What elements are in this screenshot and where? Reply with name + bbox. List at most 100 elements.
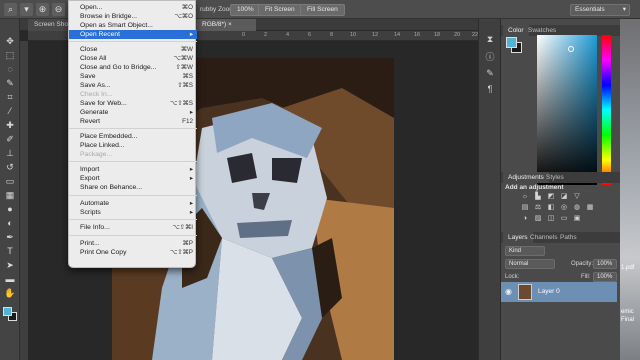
menu-item-save-as[interactable]: Save As... ⇧⌘S — [69, 81, 197, 90]
color-panel-foreground-swatch[interactable] — [506, 37, 517, 48]
menu-item-close[interactable]: Close ⌘W — [69, 45, 197, 54]
menu-item-share-on-behance[interactable]: Share on Behance... — [69, 183, 197, 192]
add-adjustment-title: Add an adjustment — [505, 184, 564, 191]
blend-mode-select[interactable]: Normal — [505, 259, 555, 269]
tab-styles[interactable]: Styles — [541, 172, 569, 183]
zoom-in-icon[interactable]: ⊕ — [36, 3, 49, 16]
eraser-tool-icon[interactable]: ▭ — [3, 175, 17, 187]
ruler-tick: 20 — [454, 32, 461, 38]
visibility-eye-icon[interactable]: ◉ — [505, 287, 512, 296]
threshold-icon[interactable]: ◫ — [547, 215, 555, 223]
menu-item-revert[interactable]: Revert F12 — [69, 117, 197, 126]
menu-item-save[interactable]: Save ⌘S — [69, 72, 197, 81]
layers-panel-tabs: Layers Channels Paths — [501, 232, 621, 243]
layer-row[interactable]: ◉ Layer 0 — [501, 282, 617, 302]
history-panel-icon[interactable]: ⧗ — [484, 33, 496, 45]
menu-item-place-embedded[interactable]: Place Embedded... — [69, 132, 197, 141]
eyedropper-tool-icon[interactable]: ⁄ — [3, 105, 17, 117]
color-picker-marker[interactable] — [568, 46, 574, 52]
crop-tool-icon[interactable]: ⌗ — [3, 91, 17, 103]
vibrance-icon[interactable]: ▽ — [573, 193, 581, 201]
fill-field[interactable]: 100% — [593, 272, 617, 282]
ruler-tick: 16 — [414, 32, 421, 38]
desktop-file-label[interactable]: emic — [621, 309, 634, 315]
menu-item-import[interactable]: Import ▸ — [69, 165, 197, 174]
menu-item-browse-in-bridge[interactable]: Browse in Bridge... ⌥⌘O — [69, 12, 197, 21]
desktop-file-label[interactable]: Final — [621, 317, 634, 323]
layer-filter-kind[interactable]: Kind — [505, 246, 545, 256]
brush-tool-icon[interactable]: ✐ — [3, 133, 17, 145]
foreground-color-swatch[interactable] — [3, 307, 12, 316]
menu-item-place-linked[interactable]: Place Linked... — [69, 141, 197, 150]
fill-screen-button[interactable]: Fill Screen — [300, 4, 345, 16]
type-tool-icon[interactable]: T — [3, 245, 17, 257]
ruler-tick: 6 — [308, 32, 312, 38]
curves-icon[interactable]: ◩ — [547, 193, 555, 201]
color-field[interactable] — [537, 35, 597, 185]
lock-label: Lock: — [505, 274, 520, 280]
opacity-field[interactable]: 100% — [593, 259, 617, 269]
zoom-preset-icon[interactable]: ▾ — [20, 3, 33, 16]
properties-panel-icon[interactable]: ⓘ — [484, 51, 496, 63]
color-lookup-icon[interactable]: ▦ — [586, 204, 594, 212]
healing-brush-tool-icon[interactable]: ✚ — [3, 119, 17, 131]
workspace-arrow-icon: ▾ — [622, 6, 626, 13]
lasso-tool-icon[interactable]: ◌ — [3, 63, 17, 75]
exposure-icon[interactable]: ◪ — [560, 193, 568, 201]
menu-item-scripts[interactable]: Scripts ▸ — [69, 208, 197, 217]
color-balance-icon[interactable]: ⚖ — [534, 204, 542, 212]
hue-saturation-icon[interactable]: ▤ — [521, 204, 529, 212]
tab-paths[interactable]: Paths — [555, 232, 582, 243]
menu-item-open[interactable]: Open... ⌘O — [69, 3, 197, 12]
path-selection-tool-icon[interactable]: ➤ — [3, 259, 17, 271]
invert-icon[interactable]: ◑ — [521, 215, 529, 223]
zoom-100-button[interactable]: 100% — [230, 4, 261, 16]
menu-item-automate[interactable]: Automate ▸ — [69, 199, 197, 208]
marquee-tool-icon[interactable]: ⬚ — [3, 49, 17, 61]
layer-name[interactable]: Layer 0 — [538, 288, 560, 295]
dodge-tool-icon[interactable]: ◐ — [3, 217, 17, 229]
zoom-tool-icon[interactable]: ⌕ — [4, 3, 17, 16]
paragraph-panel-icon[interactable]: ¶ — [484, 83, 496, 95]
collapsed-panel-strip: ⧗ ⓘ ✎ ¶ — [478, 19, 500, 360]
menu-separator — [69, 219, 197, 220]
hand-tool-icon[interactable]: ✋ — [3, 287, 17, 299]
kind-label: Kind — [509, 248, 522, 254]
gradient-map-icon[interactable]: ▭ — [560, 215, 568, 223]
workspace-select[interactable]: Essentials ▾ — [570, 4, 630, 16]
brightness-icon[interactable]: ☼ — [521, 193, 529, 201]
pen-tool-icon[interactable]: ✒ — [3, 231, 17, 243]
menu-item-export[interactable]: Export ▸ — [69, 174, 197, 183]
photo-filter-icon[interactable]: ◎ — [560, 204, 568, 212]
brush-panel-icon[interactable]: ✎ — [484, 67, 496, 79]
menu-item-close-go-to-bridge[interactable]: Close and Go to Bridge... ⇧⌘W — [69, 63, 197, 72]
fit-screen-button[interactable]: Fit Screen — [258, 4, 302, 16]
selective-color-icon[interactable]: ▣ — [573, 215, 581, 223]
menu-item-save-for-web[interactable]: Save for Web... ⌥⇧⌘S — [69, 99, 197, 108]
clone-stamp-tool-icon[interactable]: ⊥ — [3, 147, 17, 159]
menu-item-file-info[interactable]: File Info... ⌥⇧⌘I — [69, 223, 197, 232]
posterize-icon[interactable]: ▨ — [534, 215, 542, 223]
channel-mixer-icon[interactable]: ◍ — [573, 204, 581, 212]
hue-slider[interactable] — [602, 35, 611, 185]
menu-item-print-one-copy[interactable]: Print One Copy ⌥⇧⌘P — [69, 248, 197, 257]
tab-active-document[interactable]: RGB/8*) × — [196, 19, 256, 31]
levels-icon[interactable]: ▙ — [534, 193, 542, 201]
menu-item-package: Package... — [80, 151, 113, 158]
menu-item-close-all[interactable]: Close All ⌥⌘W — [69, 54, 197, 63]
quick-select-tool-icon[interactable]: ✎ — [3, 77, 17, 89]
shape-tool-icon[interactable]: ▬ — [3, 273, 17, 285]
menu-item-print[interactable]: Print... ⌘P — [69, 239, 197, 248]
blend-mode-label: Normal — [509, 261, 529, 267]
menu-item-generate[interactable]: Generate ▸ — [69, 108, 197, 117]
zoom-out-icon[interactable]: ⊖ — [52, 3, 65, 16]
desktop-file-label[interactable]: 1.pdf — [621, 265, 634, 271]
blur-tool-icon[interactable]: ● — [3, 203, 17, 215]
menu-item-open-recent[interactable]: Open Recent ▸ — [69, 30, 197, 39]
history-brush-tool-icon[interactable]: ↺ — [3, 161, 17, 173]
ruler-tick: 18 — [434, 32, 441, 38]
menu-item-open-as-smart-object[interactable]: Open as Smart Object... — [69, 21, 197, 30]
move-tool-icon[interactable]: ✥ — [3, 35, 17, 47]
gradient-tool-icon[interactable]: ▦ — [3, 189, 17, 201]
black-white-icon[interactable]: ◧ — [547, 204, 555, 212]
